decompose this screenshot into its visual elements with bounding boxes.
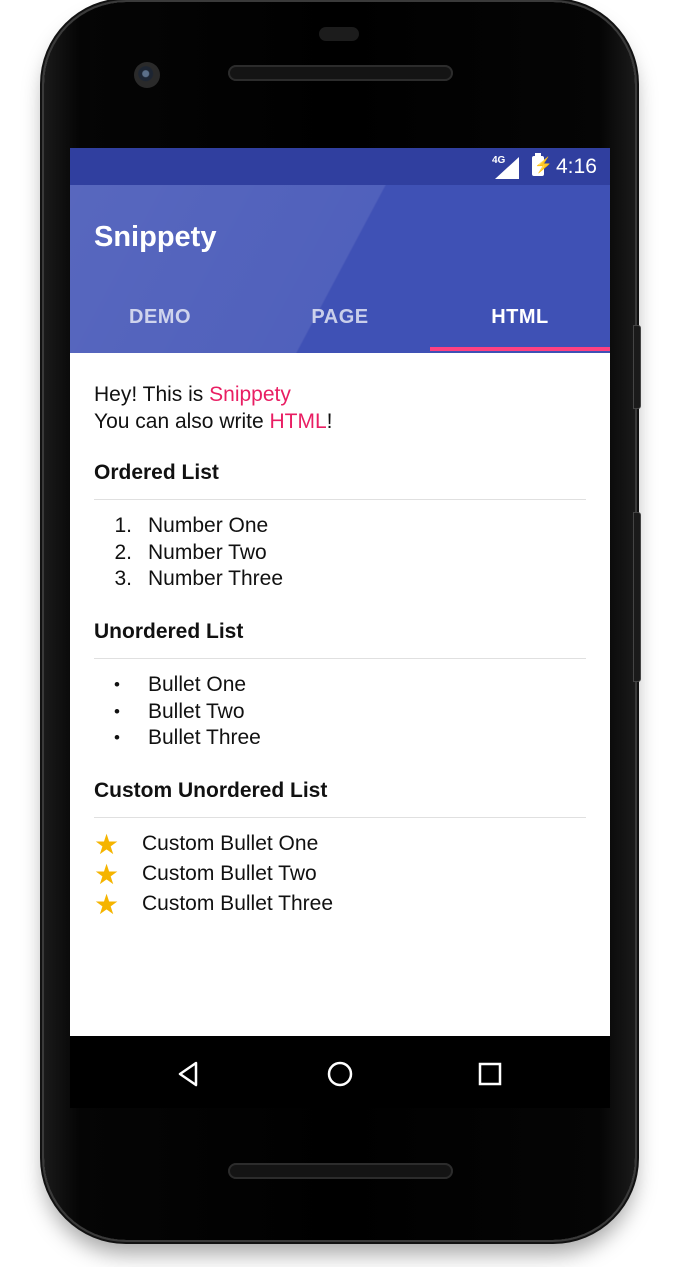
earpiece-notch — [319, 27, 359, 41]
tab-indicator — [430, 347, 610, 351]
divider — [94, 658, 586, 659]
unordered-list-heading: Unordered List — [94, 620, 244, 643]
star-icon: ★ — [94, 859, 120, 890]
screen: 4G ⚡ 4:16 Snippety DEMO PAGE HTML Hey! T… — [70, 148, 610, 1036]
status-bar: 4G ⚡ 4:16 — [70, 148, 610, 185]
status-time: 4:16 — [556, 155, 597, 178]
star-icon: ★ — [94, 829, 120, 860]
divider — [94, 499, 586, 500]
recents-icon[interactable] — [476, 1060, 504, 1088]
front-camera — [134, 62, 160, 88]
navigation-bar — [70, 1036, 610, 1108]
ordered-list-heading: Ordered List — [94, 461, 219, 484]
html-link[interactable]: HTML — [270, 410, 327, 433]
app-bar: Snippety DEMO PAGE HTML — [70, 185, 610, 353]
bullet-icon: • — [114, 728, 120, 747]
divider — [94, 817, 586, 818]
bullet-icon: • — [114, 675, 120, 694]
bullet-icon: • — [114, 702, 120, 721]
tab-html[interactable]: HTML — [430, 299, 610, 347]
bottom-speaker — [228, 1163, 453, 1179]
home-icon[interactable] — [326, 1060, 354, 1088]
tab-demo[interactable]: DEMO — [70, 299, 250, 347]
top-speaker — [228, 65, 453, 81]
tab-page[interactable]: PAGE — [250, 299, 430, 347]
custom-list-heading: Custom Unordered List — [94, 779, 328, 802]
power-button — [633, 325, 641, 409]
star-icon: ★ — [94, 889, 120, 920]
signal-icon — [495, 157, 519, 179]
back-icon[interactable] — [174, 1060, 202, 1088]
snippety-link[interactable]: Snippety — [209, 383, 291, 406]
intro-text: Hey! This is Snippety You can also write… — [94, 383, 333, 433]
app-title: Snippety — [94, 221, 217, 253]
volume-button — [633, 512, 641, 682]
battery-charging-icon: ⚡ — [532, 153, 553, 176]
